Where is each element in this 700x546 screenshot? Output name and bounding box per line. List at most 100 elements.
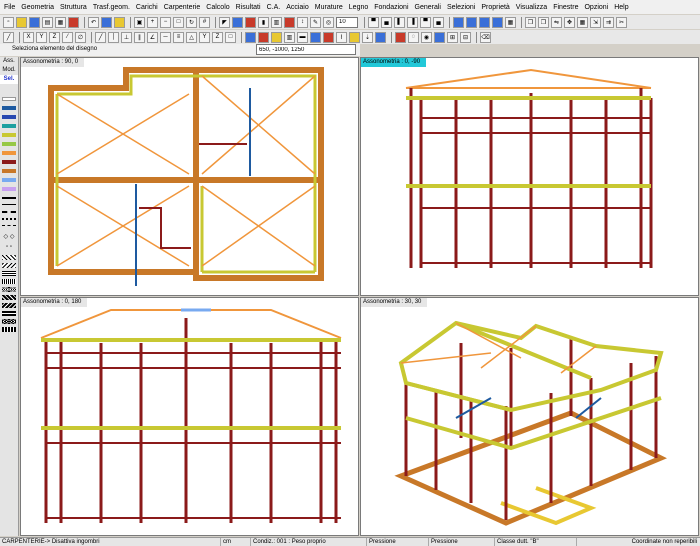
hatch-pattern[interactable] [2, 263, 16, 268]
down-arrow-icon[interactable] [245, 16, 256, 28]
tab-assonometria[interactable]: Ass. [0, 57, 18, 66]
paste-icon[interactable]: ❐ [538, 16, 549, 28]
cascade-icon[interactable]: ▦ [505, 16, 516, 28]
open-folder-icon[interactable] [16, 16, 27, 28]
layer-number-field[interactable] [336, 16, 358, 28]
menu-acciaio[interactable]: Acciaio [286, 4, 309, 11]
hatch-pattern[interactable] [2, 303, 16, 308]
menu-legno[interactable]: Legno [349, 4, 368, 11]
angle-icon[interactable]: ∠ [147, 31, 158, 43]
layout-4-icon[interactable] [492, 16, 503, 28]
zoom-all-icon[interactable]: □ [173, 16, 184, 28]
check-icon[interactable] [375, 31, 386, 43]
equal-icon[interactable]: ≡ [173, 31, 184, 43]
menu-risultati[interactable]: Risultati [236, 4, 261, 11]
perpendicular-icon[interactable]: ⊥ [121, 31, 132, 43]
z-axis-icon[interactable]: Z [49, 31, 60, 43]
snap-icon[interactable]: ∅ [75, 31, 86, 43]
view-back-icon[interactable]: ▄ [381, 16, 392, 28]
hatch-pattern[interactable] [2, 295, 16, 300]
menu-proprieta[interactable]: Proprietà [481, 4, 509, 11]
wall-icon[interactable]: ▥ [284, 31, 295, 43]
menu-generali[interactable]: Generali [415, 4, 441, 11]
group-icon[interactable]: ⊞ [447, 31, 458, 43]
color-swatch[interactable] [2, 106, 16, 110]
color-swatch[interactable] [2, 187, 16, 191]
stop-icon[interactable] [68, 16, 79, 28]
copy-icon[interactable]: ❐ [525, 16, 536, 28]
pan-icon[interactable] [114, 16, 125, 28]
measure-icon[interactable]: ↕ [297, 16, 308, 28]
color-swatch[interactable] [2, 151, 16, 155]
menu-selezioni[interactable]: Selezioni [447, 4, 475, 11]
hatch-pattern[interactable] [2, 311, 16, 316]
constraint-icon[interactable] [323, 31, 334, 43]
line-style-thin[interactable] [2, 204, 16, 205]
layer-icon[interactable]: ◎ [323, 16, 334, 28]
view-top-icon[interactable]: ▀ [420, 16, 431, 28]
vertical-icon[interactable]: │ [108, 31, 119, 43]
select-arrow-icon[interactable]: ◤ [219, 16, 230, 28]
zoom-window-icon[interactable]: ▣ [134, 16, 145, 28]
color-swatch[interactable] [2, 115, 16, 119]
hatch-pattern[interactable] [2, 287, 16, 292]
preview-icon[interactable]: ▦ [55, 16, 66, 28]
line-style-dashed[interactable] [2, 211, 16, 213]
menu-calcolo[interactable]: Calcolo [206, 4, 229, 11]
toggle-icon[interactable]: ▫ ▫ [0, 243, 18, 252]
menu-finestre[interactable]: Finestre [553, 4, 578, 11]
delete-icon[interactable] [395, 31, 406, 43]
layout-1-icon[interactable] [453, 16, 464, 28]
offset-icon[interactable]: ⇉ [603, 16, 614, 28]
color-swatch[interactable] [2, 160, 16, 164]
parallel-icon[interactable]: ∥ [134, 31, 145, 43]
menu-struttura[interactable]: Struttura [60, 4, 87, 11]
menu-visualizza[interactable]: Visualizza [516, 4, 547, 11]
hatch-pattern[interactable] [2, 319, 16, 324]
line-style-dotted[interactable] [2, 218, 16, 220]
viewport-front-elevation[interactable]: Assonometria : 0, -90 [360, 57, 699, 296]
tab-modifica[interactable]: Mod. [0, 66, 18, 75]
y-snap-icon[interactable]: Y [199, 31, 210, 43]
color-swatch[interactable] [2, 142, 16, 146]
erase-icon[interactable]: ⌫ [480, 31, 491, 43]
filter-icon[interactable] [434, 31, 445, 43]
draw-line-icon[interactable]: ╱ [95, 31, 106, 43]
view-bottom-icon[interactable]: ▄ [433, 16, 444, 28]
view-right-icon[interactable]: ▐ [407, 16, 418, 28]
menu-murature[interactable]: Murature [315, 4, 343, 11]
viewport-side-elevation[interactable]: Assonometria : 0, 180 [20, 297, 359, 536]
triangle-icon[interactable]: △ [186, 31, 197, 43]
color-swatch[interactable] [2, 97, 16, 101]
column-icon[interactable] [258, 31, 269, 43]
menu-help[interactable]: Help [614, 4, 628, 11]
hatch-pattern[interactable] [2, 327, 16, 332]
trim-icon[interactable]: ✂ [616, 16, 627, 28]
coordinate-input[interactable] [256, 44, 356, 55]
element-icon[interactable]: ▮ [258, 16, 269, 28]
view-left-icon[interactable]: ▌ [394, 16, 405, 28]
viewport-plan[interactable]: Assonometria : 90, 0 [20, 57, 359, 296]
mirror-icon[interactable]: ⇋ [551, 16, 562, 28]
menu-file[interactable]: File [4, 4, 15, 11]
toggle-icon[interactable]: ◇ ◇ [0, 233, 18, 242]
pencil-icon[interactable]: ✎ [310, 16, 321, 28]
line-style-solid[interactable] [2, 197, 16, 199]
save-icon[interactable] [29, 16, 40, 28]
load-point-icon[interactable] [349, 31, 360, 43]
foundation-icon[interactable]: ▬ [297, 31, 308, 43]
color-swatch[interactable] [2, 124, 16, 128]
hatch-pattern[interactable] [2, 271, 16, 276]
stretch-icon[interactable]: ⇲ [590, 16, 601, 28]
line-style-dash-dot[interactable] [2, 225, 16, 226]
redraw-icon[interactable]: ↻ [186, 16, 197, 28]
menu-carichi[interactable]: Carichi [136, 4, 158, 11]
horizontal-icon[interactable]: ─ [160, 31, 171, 43]
viewport-isometric[interactable]: Assonometria : 30, 30 [360, 297, 699, 536]
line-icon[interactable]: ╱ [3, 31, 14, 43]
view-front-icon[interactable]: ▀ [368, 16, 379, 28]
zoom-out-icon[interactable]: − [160, 16, 171, 28]
beam-icon[interactable] [245, 31, 256, 43]
box-icon[interactable]: □ [225, 31, 236, 43]
y-axis-icon[interactable]: Y [36, 31, 47, 43]
